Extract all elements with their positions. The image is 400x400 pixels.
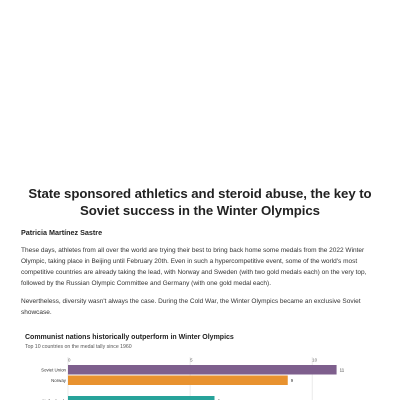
chart-category-label: Soviet Union — [41, 367, 66, 372]
article-paragraph-2: Nevertheless, diversity wasn't always th… — [21, 297, 361, 317]
chart-bar — [68, 375, 288, 385]
medal-chart-plot: 0510 Soviet UnionNorwayNetherlands 1196 — [41, 357, 345, 400]
chart-bar — [68, 365, 337, 375]
chart-title: Communist nations historically outperfor… — [25, 334, 234, 341]
article-title: State sponsored athletics and steroid ab… — [28, 186, 372, 218]
chart-category-label: Norway — [51, 378, 67, 383]
medal-chart: 0510 Soviet UnionNorwayNetherlands 1196 … — [21, 332, 379, 400]
chart-subtitle: Top 10 countries on the medal tally sinc… — [25, 344, 132, 350]
chart-value-label: 11 — [340, 367, 345, 372]
chart-x-tick-label: 5 — [190, 358, 193, 363]
page: State sponsored athletics and steroid ab… — [0, 0, 400, 400]
chart-category-labels: Soviet UnionNorwayNetherlands — [41, 367, 67, 400]
chart-x-tick-label: 10 — [312, 358, 317, 363]
article-paragraph-1: These days, athletes from all over the w… — [21, 246, 367, 288]
chart-bar — [68, 396, 215, 400]
article-author[interactable]: Patricia Martínez Sastre — [21, 228, 379, 237]
chart-x-ticks: 0 5 10 — [68, 358, 318, 363]
chart-value-label: 9 — [291, 378, 294, 383]
article: State sponsored athletics and steroid ab… — [21, 186, 379, 318]
chart-bars — [68, 365, 337, 400]
chart-x-tick-label: 0 — [68, 358, 71, 363]
